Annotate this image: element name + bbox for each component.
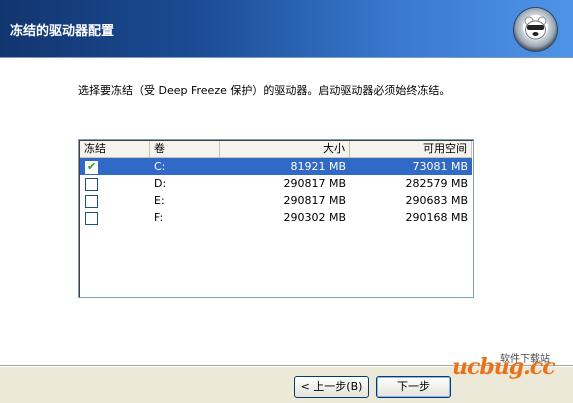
back-button[interactable]: < 上一步(B) (294, 376, 369, 398)
instruction-text: 选择要冻结（受 Deep Freeze 保护）的驱动器。启动驱动器必须始终冻结。 (78, 84, 451, 97)
table-row[interactable]: D: 290817 MB 282579 MB (80, 175, 472, 192)
drive-list[interactable]: 冻结 卷 大小 可用空间 ✔ C: 81921 MB 73081 MB D: 2… (78, 139, 474, 298)
size-cell: 290817 MB (283, 194, 346, 207)
page-title: 冻结的驱动器配置 (10, 24, 115, 39)
next-button[interactable]: 下一步 (376, 376, 451, 398)
column-header-volume[interactable]: 卷 (150, 141, 220, 157)
checkbox-frozen[interactable] (85, 212, 98, 225)
table-row[interactable]: E: 290817 MB 290683 MB (80, 192, 472, 209)
checkbox-frozen[interactable] (85, 195, 98, 208)
table-row[interactable]: ✔ C: 81921 MB 73081 MB (80, 158, 472, 175)
free-space-cell: 73081 MB (412, 160, 468, 173)
free-space-cell: 290683 MB (405, 194, 468, 207)
size-cell: 290817 MB (283, 177, 346, 190)
column-header-size[interactable]: 大小 (220, 141, 350, 157)
volume-cell: F: (154, 211, 164, 224)
column-header-frozen[interactable]: 冻结 (80, 141, 150, 157)
checkbox-frozen[interactable] (85, 178, 98, 191)
watermark-brand: ucbug.cc (452, 354, 556, 380)
free-space-cell: 290168 MB (405, 211, 468, 224)
volume-cell: D: (154, 177, 167, 190)
list-header: 冻结 卷 大小 可用空间 (80, 141, 472, 158)
checkbox-frozen[interactable]: ✔ (85, 160, 98, 174)
size-cell: 290302 MB (283, 211, 346, 224)
wizard-content: 选择要冻结（受 Deep Freeze 保护）的驱动器。启动驱动器必须始终冻结。… (0, 60, 573, 365)
polar-bear-logo-icon (514, 8, 557, 51)
wizard-header: 冻结的驱动器配置 (0, 0, 573, 57)
column-header-free-space[interactable]: 可用空间 (350, 141, 472, 157)
free-space-cell: 282579 MB (405, 177, 468, 190)
volume-cell: E: (154, 194, 165, 207)
volume-cell: C: (154, 160, 166, 173)
table-row[interactable]: F: 290302 MB 290168 MB (80, 209, 472, 226)
checkmark-icon: ✔ (87, 160, 97, 173)
site-watermark: 软件下载站 ucbug.cc (452, 352, 570, 380)
size-cell: 81921 MB (290, 160, 346, 173)
